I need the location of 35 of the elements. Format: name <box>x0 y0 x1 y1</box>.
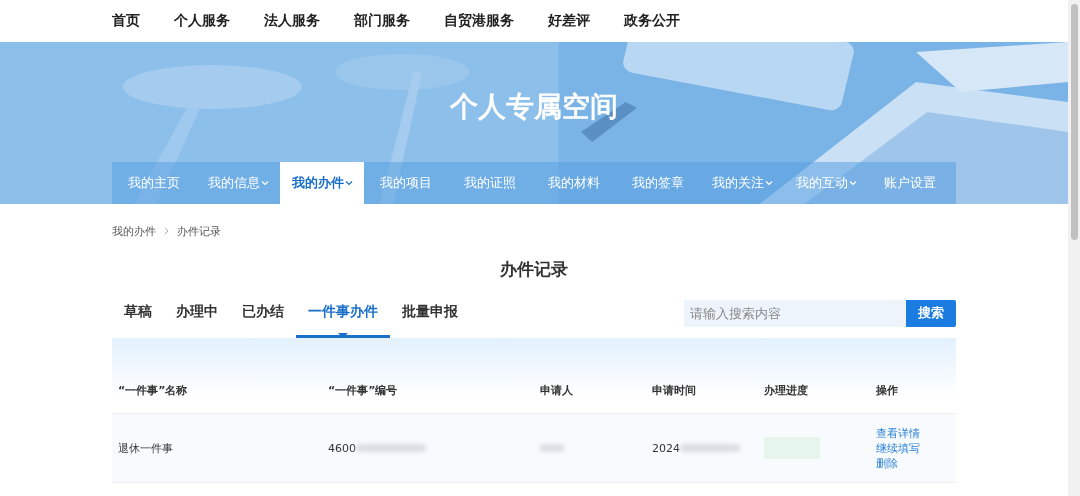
top-nav-link[interactable]: 法人服务 <box>264 12 320 30</box>
scrollbar[interactable] <box>1068 0 1080 496</box>
top-nav-link[interactable]: 自贸港服务 <box>444 12 514 30</box>
action-link[interactable]: 继续填写 <box>876 440 956 456</box>
column-header: 申请人 <box>540 383 574 398</box>
redaction <box>540 444 564 452</box>
top-nav-link[interactable]: 部门服务 <box>354 12 410 30</box>
redaction <box>680 444 740 452</box>
breadcrumb-link[interactable]: 办件记录 <box>177 223 221 239</box>
column-header: 操作 <box>876 383 899 398</box>
banner-title: 个人专属空间 <box>448 89 619 125</box>
column-header: “一件事”编号 <box>328 383 399 398</box>
tab[interactable]: 已办结 <box>230 288 296 338</box>
column-header: 申请时间 <box>652 383 697 398</box>
tab[interactable]: 办理中 <box>164 288 230 338</box>
action-link[interactable]: 查看详情 <box>876 425 956 441</box>
column-header: 办理进度 <box>764 383 809 398</box>
table-cell: 2024 <box>652 441 680 455</box>
tab[interactable]: 草稿 <box>112 288 164 338</box>
breadcrumb-link[interactable]: 我的办件 <box>112 223 156 239</box>
column-header: “一件事”名称 <box>118 383 189 398</box>
table-cell: 4600 <box>328 441 356 455</box>
redaction <box>356 444 426 452</box>
space-nav-tab[interactable]: 我的办件 <box>280 162 364 204</box>
page-title: 办件记录 <box>499 258 569 281</box>
action-link[interactable]: 删除 <box>876 455 956 471</box>
search-field[interactable]: 请输入搜索内容 <box>684 299 906 327</box>
top-nav-link[interactable]: 首页 <box>112 12 140 30</box>
tab[interactable]: 批量申报 <box>390 288 470 338</box>
top-nav-link[interactable]: 好差评 <box>548 12 590 30</box>
table-cell-text: 退休一件事 <box>118 440 174 456</box>
chevron-icon <box>164 227 169 235</box>
top-nav-link[interactable]: 个人服务 <box>174 12 230 30</box>
top-nav-link[interactable]: 政务公开 <box>624 12 680 30</box>
search-button[interactable]: 搜索 <box>906 299 956 327</box>
